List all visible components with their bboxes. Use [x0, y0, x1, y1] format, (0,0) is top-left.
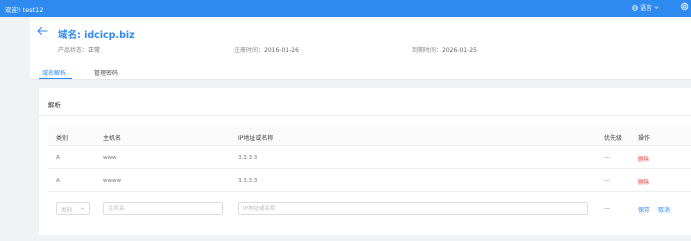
cell-ip: 3.3.3.3: [238, 178, 258, 184]
language-switcher[interactable]: 语言: [632, 3, 659, 12]
registration-date: 注册时间：2016-01-26: [234, 45, 299, 54]
cell-type: A: [56, 178, 60, 184]
save-link[interactable]: 保存: [638, 205, 650, 214]
product-status: 产品状态：正常: [58, 45, 100, 54]
type-select[interactable]: 类别: [56, 202, 90, 215]
tab-divider: [30, 79, 691, 80]
header-action: 操作: [638, 135, 651, 142]
globe-icon: [632, 4, 638, 11]
domain-title: 域名: idcicp.biz: [58, 30, 135, 41]
registered-label: 注册时间：: [234, 47, 265, 54]
delete-link[interactable]: 删除: [638, 155, 649, 163]
header-ip: IP地址或名称: [238, 135, 274, 142]
expires-value: 2026-01-25: [442, 47, 477, 54]
table-row: A wwww 3.3.3.3 --- 删除: [48, 170, 691, 192]
language-label: 语言: [640, 5, 653, 12]
table-row: A www 3.3.3.3 --- 删除: [48, 147, 691, 169]
ip-input[interactable]: [238, 202, 588, 215]
arrow-left-icon[interactable]: [37, 26, 48, 36]
priority-placeholder: ---: [604, 206, 610, 212]
tab-dns-resolution[interactable]: 域名解析: [42, 68, 66, 77]
domain-header-card: 域名: idcicp.biz 产品状态：正常 注册时间：2016-01-26 到…: [30, 17, 691, 80]
status-label: 产品状态：: [58, 47, 89, 54]
cell-ip: 3.3.3.3: [238, 155, 258, 161]
cell-priority: ---: [604, 178, 610, 184]
tab-manage-password[interactable]: 管理密码: [94, 68, 118, 77]
expiry-date: 到期时间：2026-01-25: [412, 45, 477, 54]
registered-value: 2016-01-26: [264, 47, 299, 54]
header-priority: 优先级: [604, 135, 623, 142]
delete-link[interactable]: 删除: [638, 178, 649, 186]
section-divider: [39, 115, 691, 116]
welcome-text: 欢迎! test12: [5, 6, 44, 14]
cancel-link[interactable]: 取消: [658, 205, 670, 214]
header-host: 主机名: [103, 135, 122, 142]
header-type: 类别: [56, 135, 69, 142]
chevron-down-icon: [80, 207, 85, 210]
cell-host: wwww: [103, 178, 121, 184]
chevron-down-icon: [654, 6, 659, 9]
section-title: 解析: [48, 101, 61, 109]
gear-icon[interactable]: [680, 2, 689, 11]
expires-label: 到期时间：: [412, 47, 443, 54]
top-bar: 欢迎! test12 语言: [0, 0, 691, 17]
cell-priority: ---: [604, 155, 610, 161]
table-header: 类别 主机名 IP地址或名称 优先级 操作: [48, 127, 691, 146]
cell-host: www: [103, 155, 117, 161]
host-input[interactable]: [103, 202, 223, 215]
cell-type: A: [56, 155, 60, 161]
status-value: 正常: [88, 47, 101, 54]
dns-records-card: 解析 类别 主机名 IP地址或名称 优先级 操作 A www 3.3.3.3 -…: [39, 88, 691, 235]
new-record-row: 类别 --- 保存 取消: [48, 199, 691, 219]
type-select-placeholder: 类别: [61, 208, 73, 214]
